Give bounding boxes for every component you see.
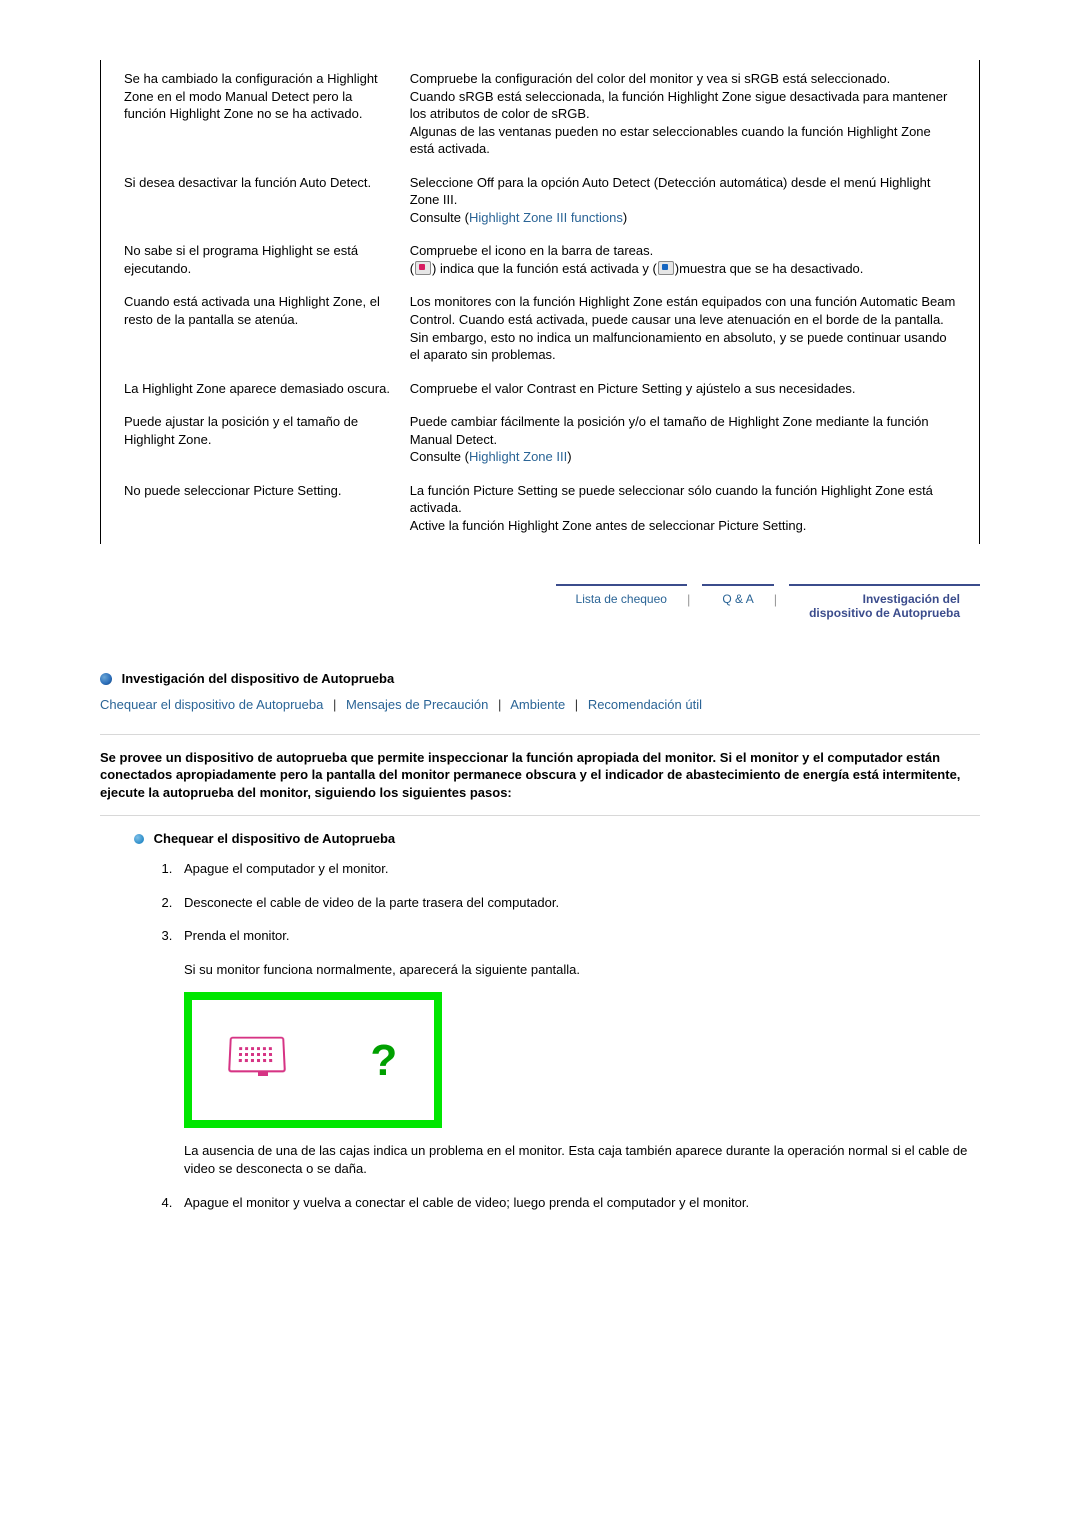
solution-cell: Compruebe la configuración del color del… — [405, 62, 960, 166]
tab-checklist[interactable]: Lista de chequeo — [556, 584, 687, 626]
problem-cell: Puede ajustar la posición y el tamaño de… — [120, 405, 406, 474]
problem-cell: La Highlight Zone aparece demasiado oscu… — [120, 372, 406, 406]
tab-bar: Lista de chequeo | Q & A | Investigación… — [100, 584, 980, 626]
solution-cell: Seleccione Off para la opción Auto Detec… — [405, 166, 960, 235]
intro-paragraph: Se provee un dispositivo de autoprueba q… — [100, 749, 980, 802]
table-row: Puede ajustar la posición y el tamaño de… — [120, 405, 961, 474]
anchor-selftest[interactable]: Chequear el dispositivo de Autoprueba — [100, 697, 323, 712]
tab-separator: | — [687, 584, 690, 607]
anchor-environment[interactable]: Ambiente — [510, 697, 565, 712]
tray-icon-on — [415, 261, 431, 275]
monitor-icon — [229, 1036, 297, 1084]
problem-cell: Cuando está activada una Highlight Zone,… — [120, 285, 406, 371]
table-row: No sabe si el programa Highlight se está… — [120, 234, 961, 285]
section-header: Investigación del dispositivo de Autopru… — [100, 670, 980, 686]
solution-cell: Puede cambiar fácilmente la posición y/o… — [405, 405, 960, 474]
solution-cell: Compruebe el icono en la barra de tareas… — [405, 234, 960, 285]
divider — [100, 734, 980, 735]
solution-cell: Los monitores con la función Highlight Z… — [405, 285, 960, 371]
section-title: Investigación del dispositivo de Autopru… — [122, 672, 395, 687]
troubleshooting-table: Se ha cambiado la configuración a Highli… — [119, 62, 961, 542]
anchor-link-row: Chequear el dispositivo de Autoprueba | … — [100, 697, 980, 712]
tab-selftest[interactable]: Investigación del dispositivo de Autopru… — [789, 584, 980, 626]
tray-icon-off — [658, 261, 674, 275]
anchor-useful-tip[interactable]: Recomendación útil — [588, 697, 702, 712]
highlight-zone-link[interactable]: Highlight Zone III functions — [469, 210, 623, 225]
question-mark-icon: ? — [370, 1031, 397, 1090]
tab-qa[interactable]: Q & A — [702, 584, 773, 626]
tab-label: Lista de chequeo — [576, 592, 667, 606]
solution-cell: Compruebe el valor Contrast en Picture S… — [405, 372, 960, 406]
step-item: Prenda el monitor. Si su monitor funcion… — [176, 927, 980, 1177]
steps-list: Apague el computador y el monitor. Desco… — [148, 860, 980, 1211]
table-row: La Highlight Zone aparece demasiado oscu… — [120, 372, 961, 406]
step-item: Apague el computador y el monitor. — [176, 860, 980, 878]
anchor-warnings[interactable]: Mensajes de Precaución — [346, 697, 488, 712]
bullet-icon — [100, 673, 112, 685]
step-item: Desconecte el cable de video de la parte… — [176, 894, 980, 912]
tab-label: Q & A — [722, 592, 753, 606]
problem-cell: Si desea desactivar la función Auto Dete… — [120, 166, 406, 235]
troubleshooting-table-wrapper: Se ha cambiado la configuración a Highli… — [100, 60, 980, 544]
highlight-zone-link[interactable]: Highlight Zone III — [469, 449, 567, 464]
problem-cell: No puede seleccionar Picture Setting. — [120, 474, 406, 543]
bullet-icon — [134, 834, 144, 844]
table-row: No puede seleccionar Picture Setting. La… — [120, 474, 961, 543]
problem-cell: No sabe si el programa Highlight se está… — [120, 234, 406, 285]
table-row: Si desea desactivar la función Auto Dete… — [120, 166, 961, 235]
table-row: Cuando está activada una Highlight Zone,… — [120, 285, 961, 371]
sub-section-header: Chequear el dispositivo de Autoprueba — [134, 830, 980, 846]
tab-label-line2: dispositivo de Autoprueba — [809, 606, 960, 620]
solution-cell: La función Picture Setting se puede sele… — [405, 474, 960, 543]
sub-section-title: Chequear el dispositivo de Autoprueba — [154, 831, 396, 846]
tab-separator: | — [774, 584, 777, 607]
tab-label-line1: Investigación del — [809, 592, 960, 606]
problem-cell: Se ha cambiado la configuración a Highli… — [120, 62, 406, 166]
table-row: Se ha cambiado la configuración a Highli… — [120, 62, 961, 166]
self-test-screen: ? — [184, 992, 442, 1128]
divider — [100, 815, 980, 816]
step-item: Apague el monitor y vuelva a conectar el… — [176, 1194, 980, 1212]
